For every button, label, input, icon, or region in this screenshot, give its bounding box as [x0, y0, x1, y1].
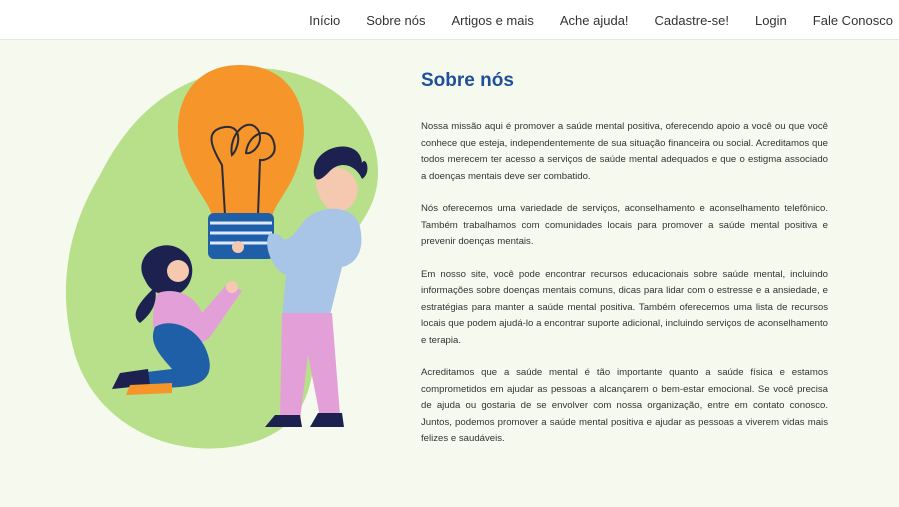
about-section: Sobre nós Nossa missão aqui é promover a… [421, 70, 828, 464]
nav-artigos[interactable]: Artigos e mais [452, 13, 534, 28]
nav-sobre-nos[interactable]: Sobre nós [366, 13, 425, 28]
about-paragraph-3: Em nosso site, você pode encontrar recur… [421, 268, 828, 346]
about-paragraph-1: Nossa missão aqui é promover a saúde men… [421, 121, 828, 182]
about-paragraph-2: Nós oferecemos uma variedade de serviços… [421, 203, 828, 247]
nav-cadastre-se[interactable]: Cadastre-se! [655, 13, 729, 28]
page-title: Sobre nós [421, 70, 514, 91]
nav-inicio[interactable]: Início [309, 13, 340, 28]
main-nav: Início Sobre nós Artigos e mais Ache aju… [309, 0, 893, 40]
nav-login[interactable]: Login [755, 13, 787, 28]
nav-ache-ajuda[interactable]: Ache ajuda! [560, 13, 629, 28]
mental-health-illustration [60, 55, 400, 450]
about-paragraph-4: Acreditamos que a saúde mental é tão imp… [421, 367, 828, 444]
lightbulb-people-illustration [65, 65, 379, 449]
top-navbar: Início Sobre nós Artigos e mais Ache aju… [0, 0, 899, 40]
nav-fale-conosco[interactable]: Fale Conosco [813, 13, 893, 28]
